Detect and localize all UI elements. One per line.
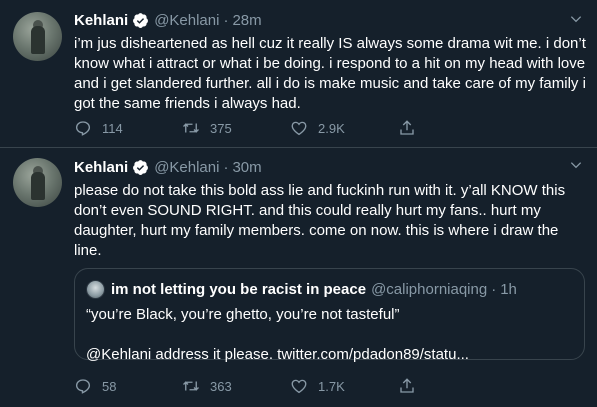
timestamp[interactable]: 28m <box>232 12 261 29</box>
like-icon <box>291 379 307 394</box>
display-name[interactable]: Kehlani <box>74 12 128 29</box>
share-button[interactable] <box>398 119 506 137</box>
quoted-tweet-header: im not letting you be racist in peace @c… <box>86 279 517 299</box>
quoted-text-line: “you’re Black, you’re ghetto, you’re not… <box>86 306 400 323</box>
separator-dot: · <box>491 280 497 298</box>
quoted-text-line: @Kehlani address it please. twitter.com/… <box>86 346 469 363</box>
like-count: 1.7K <box>318 378 345 394</box>
separator-dot: · <box>223 11 229 29</box>
share-icon <box>400 378 414 393</box>
reply-count: 58 <box>102 378 117 394</box>
verified-badge-icon <box>133 12 149 28</box>
reply-button[interactable]: 58 <box>74 377 182 395</box>
share-icon <box>400 120 414 135</box>
retweet-count: 375 <box>210 120 232 136</box>
quoted-tweet[interactable]: im not letting you be racist in peace @c… <box>74 268 585 363</box>
reply-button[interactable]: 114 <box>74 119 182 137</box>
tweet-actions: 58 363 1.7K <box>74 376 514 396</box>
retweet-button[interactable]: 363 <box>182 377 290 395</box>
like-button[interactable]: 2.9K <box>290 119 398 137</box>
chevron-down-icon[interactable] <box>569 158 583 172</box>
share-button[interactable] <box>398 377 506 395</box>
reply-icon <box>75 121 91 136</box>
quoted-tweet-text: “you’re Black, you’re ghetto, you’re not… <box>86 305 576 365</box>
tweet-text: i’m jus disheartened as hell cuz it real… <box>74 35 586 112</box>
like-button[interactable]: 1.7K <box>290 377 398 395</box>
avatar <box>86 279 105 299</box>
display-name[interactable]: Kehlani <box>74 159 128 176</box>
reply-count: 114 <box>102 120 123 136</box>
retweet-count: 363 <box>210 378 232 394</box>
tweet[interactable]: Kehlani @Kehlani · 28m i’m jus dishearte… <box>0 0 597 148</box>
tweet-header: Kehlani @Kehlani · 30m <box>74 157 262 177</box>
avatar[interactable] <box>13 158 62 207</box>
chevron-down-icon[interactable] <box>569 12 583 26</box>
retweet-icon <box>183 381 199 391</box>
tweet-text: please do not take this bold ass lie and… <box>74 182 566 259</box>
separator-dot: · <box>223 158 229 176</box>
quoted-display-name: im not letting you be racist in peace <box>111 280 367 298</box>
retweet-button[interactable]: 375 <box>182 119 290 137</box>
quoted-timestamp: 1h <box>500 280 517 298</box>
timestamp[interactable]: 30m <box>232 159 261 176</box>
handle[interactable]: @Kehlani <box>154 159 219 176</box>
handle[interactable]: @Kehlani <box>154 12 219 29</box>
avatar[interactable] <box>13 12 62 61</box>
retweet-icon <box>183 123 199 133</box>
tweet-actions: 114 375 2.9K <box>74 118 514 138</box>
tweet-header: Kehlani @Kehlani · 28m <box>74 10 262 30</box>
verified-badge-icon <box>133 159 149 175</box>
like-count: 2.9K <box>318 120 345 136</box>
tweet[interactable]: Kehlani @Kehlani · 30m please do not tak… <box>0 148 597 407</box>
quoted-handle: @caliphorniaqing <box>371 280 488 298</box>
reply-icon <box>75 379 91 394</box>
like-icon <box>291 121 307 136</box>
